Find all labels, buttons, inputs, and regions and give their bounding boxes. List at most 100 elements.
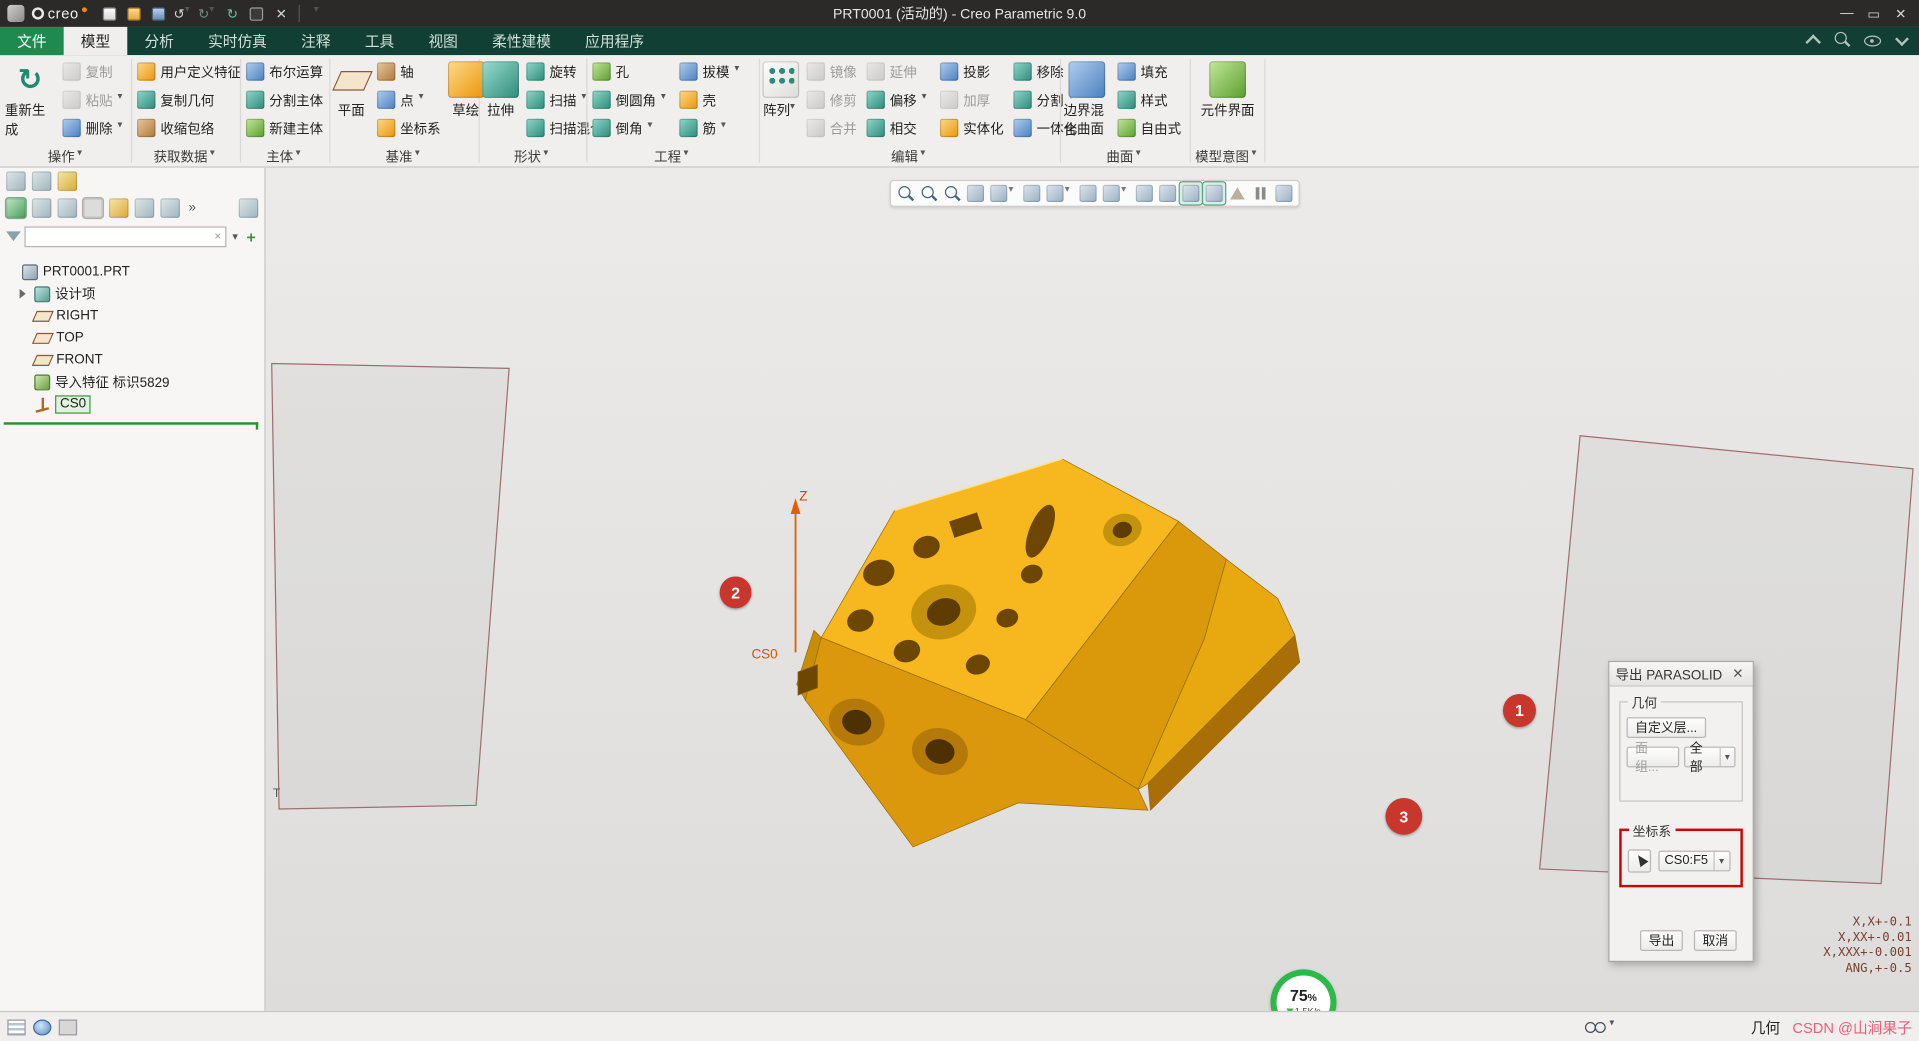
mirror-button[interactable]: 镜像 — [802, 58, 862, 86]
more-tools-icon[interactable]: » — [186, 201, 198, 216]
repaint-button[interactable] — [964, 182, 986, 204]
regenerate-qat-button[interactable]: ↻ — [222, 4, 243, 24]
hidden-line-button[interactable] — [1273, 182, 1295, 204]
style-button[interactable]: 样式 — [1113, 86, 1186, 114]
datum-point-button[interactable]: 点 — [372, 86, 445, 114]
tree-settings-icon[interactable] — [239, 198, 259, 218]
columns-icon[interactable] — [160, 198, 180, 218]
annotation-display-button[interactable] — [1157, 182, 1179, 204]
tab-model[interactable]: 模型 — [64, 27, 128, 55]
filter-dropdown-caret[interactable] — [1609, 1022, 1618, 1032]
clear-search-icon[interactable]: × — [211, 229, 225, 242]
model-tree-toggle-icon[interactable] — [7, 1019, 25, 1035]
shapes-group-label[interactable]: 形状 — [480, 147, 586, 167]
minimize-button[interactable]: — — [1833, 0, 1860, 27]
filter-label[interactable]: 几何 — [1751, 1016, 1780, 1037]
extend-button[interactable]: 延伸 — [862, 58, 935, 86]
options-dropdown-icon[interactable] — [1892, 31, 1909, 48]
tree-item-top-plane[interactable]: TOP — [5, 327, 264, 349]
split-body-button[interactable]: 分割主体 — [241, 86, 328, 114]
customize-qat-button[interactable] — [308, 4, 329, 24]
close-window-button[interactable]: ✕ — [271, 4, 292, 24]
maximize-button[interactable]: ▭ — [1860, 0, 1887, 27]
undo-button[interactable]: ↺ — [173, 4, 194, 24]
new-body-button[interactable]: 新建主体 — [241, 114, 328, 142]
merge-button[interactable]: 合并 — [802, 114, 862, 142]
rib-button[interactable]: 筋 — [674, 114, 747, 142]
datum-axis-button[interactable]: 轴 — [372, 58, 445, 86]
tab-view[interactable]: 视图 — [411, 27, 475, 55]
expander-icon[interactable] — [20, 289, 26, 299]
tab-tools[interactable]: 工具 — [348, 27, 412, 55]
delete-button[interactable]: 删除 — [58, 114, 131, 142]
redo-dropdown-caret[interactable] — [209, 9, 218, 19]
datum-display-button[interactable] — [1133, 182, 1155, 204]
tab-live-simulation[interactable]: 实时仿真 — [191, 27, 284, 55]
extrude-button[interactable]: 拉伸 — [480, 58, 522, 120]
open-file-button[interactable] — [124, 4, 145, 24]
tree-item-part[interactable]: PRT0001.PRT — [5, 261, 264, 283]
undo-dropdown-caret[interactable] — [185, 9, 194, 19]
capture-icon[interactable] — [58, 171, 78, 191]
cancel-button[interactable]: 取消 — [1694, 930, 1737, 951]
copy-geometry-button[interactable]: 复制几何 — [132, 86, 246, 114]
freestyle-button[interactable]: 自由式 — [1113, 114, 1186, 142]
analysis-display-button[interactable] — [1226, 182, 1248, 204]
shell-button[interactable]: 壳 — [674, 86, 747, 114]
tree-item-design-items[interactable]: 设计项 — [5, 283, 264, 305]
hole-button[interactable]: 孔 — [587, 58, 674, 86]
tree-item-front-plane[interactable]: FRONT — [5, 349, 264, 371]
copy-button[interactable]: 复制 — [58, 58, 131, 86]
draft-button[interactable]: 拔模 — [674, 58, 747, 86]
dialog-title-bar[interactable]: 导出 PARASOLID ✕ — [1609, 662, 1752, 686]
screen-icon[interactable] — [59, 1019, 77, 1035]
list-view-icon[interactable] — [32, 198, 52, 218]
sort-icon[interactable] — [135, 198, 155, 218]
datum-csys-button[interactable]: 坐标系 — [372, 114, 445, 142]
intersect-button[interactable]: 相交 — [862, 114, 935, 142]
redo-button[interactable]: ↻ — [197, 4, 218, 24]
layer-tree-icon[interactable] — [32, 171, 52, 191]
csys-combobox[interactable]: CS0:F5 — [1658, 850, 1730, 871]
save-button[interactable] — [149, 4, 170, 24]
customize-layers-button[interactable]: 自定义层... — [1627, 717, 1706, 738]
collapse-ribbon-icon[interactable] — [1804, 31, 1821, 48]
pause-button[interactable] — [1250, 182, 1272, 204]
zoom-refit-button[interactable] — [941, 182, 963, 204]
csys-dropdown-icon[interactable] — [1713, 851, 1729, 869]
dialog-close-icon[interactable]: ✕ — [1729, 666, 1746, 682]
web-browser-icon[interactable] — [33, 1019, 51, 1035]
tab-analysis[interactable]: 分析 — [127, 27, 191, 55]
detail-view-icon[interactable] — [58, 198, 78, 218]
csys-triad[interactable]: Z CS0 — [751, 489, 807, 662]
selection-highlight-button[interactable] — [1203, 182, 1225, 204]
trim-button[interactable]: 修剪 — [802, 86, 862, 114]
show-icon[interactable] — [6, 198, 26, 218]
view-manager-button[interactable] — [1100, 182, 1132, 204]
show-dragger-button[interactable] — [1180, 182, 1202, 204]
solidify-button[interactable]: 实体化 — [935, 114, 1008, 142]
tree-item-right-plane[interactable]: RIGHT — [5, 305, 264, 327]
zoom-in-button[interactable] — [895, 182, 917, 204]
shrinkwrap-button[interactable]: 收缩包络 — [132, 114, 246, 142]
tab-file[interactable]: 文件 — [0, 27, 64, 55]
csys-picker-button[interactable] — [1628, 849, 1651, 872]
round-button[interactable]: 倒圆角 — [587, 86, 674, 114]
tree-search-input[interactable] — [26, 227, 211, 245]
geometry-scope-dropdown-icon[interactable] — [1719, 748, 1734, 766]
display-style-button[interactable] — [988, 182, 1020, 204]
add-filter-icon[interactable]: + — [244, 227, 258, 245]
export-button[interactable]: 导出 — [1640, 930, 1683, 951]
operations-group-label[interactable]: 操作 — [2, 147, 131, 167]
tree-insertion-indicator[interactable] — [4, 422, 259, 424]
regenerate-button[interactable]: 重新生成 — [2, 58, 57, 140]
udf-button[interactable]: 用户定义特征 — [132, 58, 246, 86]
datum-group-label[interactable]: 基准 — [330, 147, 478, 167]
close-button[interactable]: ✕ — [1887, 0, 1914, 27]
tree-item-cs0[interactable]: CS0 — [5, 393, 264, 415]
appearance-button[interactable] — [1044, 182, 1076, 204]
fill-button[interactable]: 填充 — [1113, 58, 1186, 86]
quilts-button[interactable]: 面组... — [1627, 747, 1679, 768]
new-file-button[interactable] — [100, 4, 121, 24]
body-group-label[interactable]: 主体 — [241, 147, 329, 167]
